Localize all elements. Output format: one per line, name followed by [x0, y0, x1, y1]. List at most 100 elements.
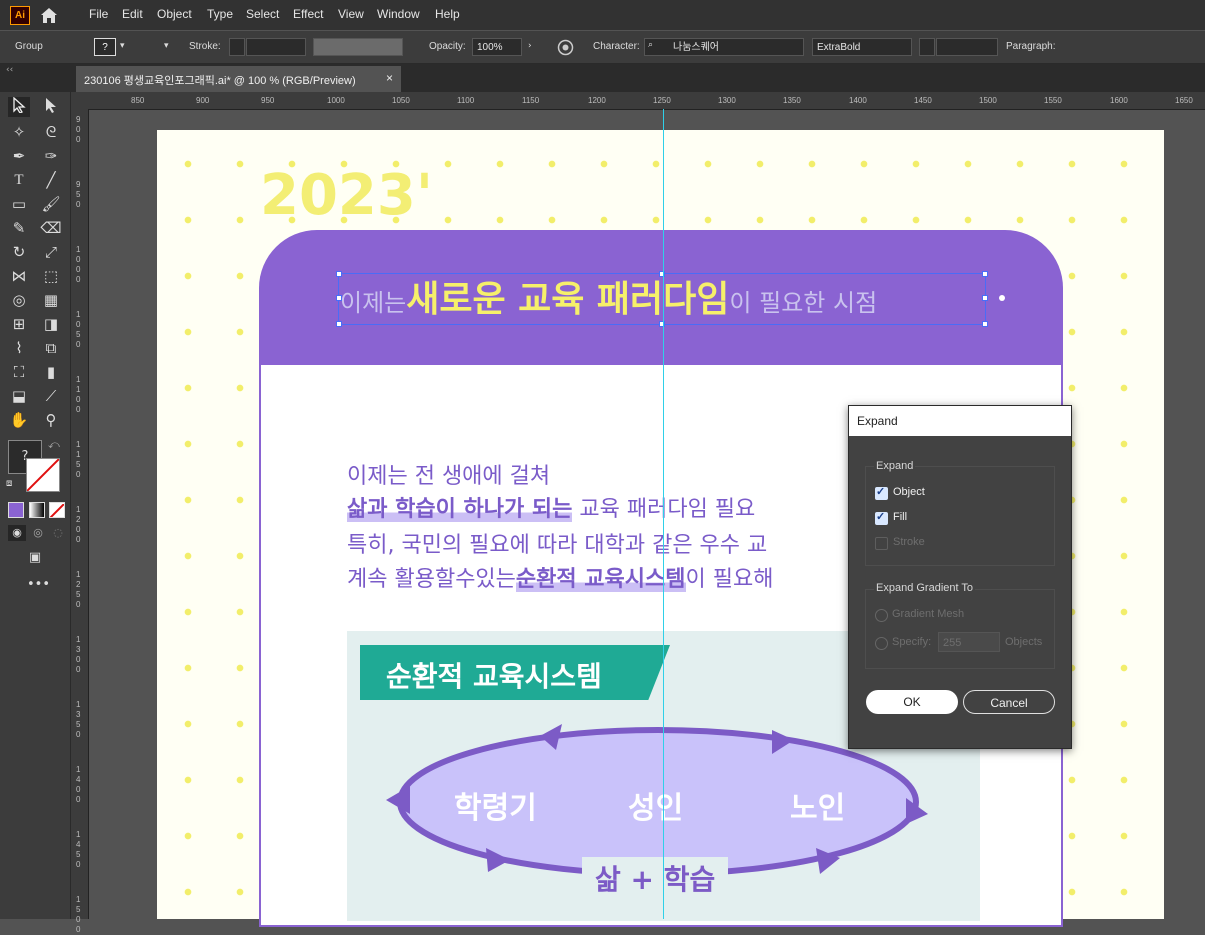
color-mode-icon[interactable]: [8, 502, 24, 518]
gradient-tool-icon[interactable]: ◨: [40, 314, 62, 334]
draw-normal-icon[interactable]: ◉: [8, 525, 26, 541]
menu-file[interactable]: File: [89, 7, 108, 21]
opacity-arrow-icon[interactable]: ›: [528, 41, 532, 51]
type-tool-icon[interactable]: T: [8, 170, 30, 190]
none-mode-icon[interactable]: [49, 502, 65, 518]
shaper-tool-icon[interactable]: ✎: [8, 218, 30, 238]
edit-toolbar-more-icon[interactable]: •••: [27, 578, 50, 592]
body-line-2[interactable]: 삶과 학습이 하나가 되는 교육 패러다임 필요: [347, 491, 755, 523]
stroke-color-box[interactable]: [26, 458, 60, 492]
stroke-weight-input[interactable]: [246, 38, 306, 56]
body-line-4[interactable]: 계속 활용할수있는순환적 교육시스템이 필요해: [347, 561, 773, 593]
stroke-checkbox[interactable]: [875, 537, 888, 550]
specify-objects-input[interactable]: 255: [938, 632, 1000, 652]
resize-handle[interactable]: [982, 321, 988, 327]
symbol-sprayer-tool-icon[interactable]: ⛶: [8, 362, 30, 382]
swap-fill-stroke-icon[interactable]: ⤺: [48, 438, 60, 452]
shape-builder-tool-icon[interactable]: ◎: [8, 290, 30, 310]
selection-bounding-box[interactable]: [336, 271, 988, 327]
ruler-mark: 1150: [76, 440, 81, 479]
stage-adult[interactable]: 성인: [628, 783, 683, 827]
menu-window[interactable]: Window: [377, 7, 420, 21]
font-size-stepper[interactable]: [919, 38, 935, 56]
draw-inside-icon[interactable]: ◌: [49, 525, 67, 541]
collapse-panels-icon[interactable]: ‹‹: [6, 65, 13, 75]
opacity-label: Opacity:: [429, 41, 466, 52]
fill-checkbox[interactable]: [875, 510, 888, 525]
body-line-4-highlight: 순환적 교육시스템: [515, 567, 686, 592]
rotate-tool-icon[interactable]: ↻: [8, 242, 30, 262]
opacity-input[interactable]: 100%: [472, 38, 522, 56]
recolor-artwork-icon[interactable]: [557, 39, 574, 56]
fill-dropdown-chevron-icon[interactable]: ▾: [120, 41, 125, 51]
font-size-input[interactable]: [936, 38, 998, 56]
font-family-select[interactable]: 나눔스퀘어: [644, 38, 804, 56]
ruler-mark: 1350: [76, 700, 81, 739]
menu-effect[interactable]: Effect: [293, 7, 323, 21]
scale-tool-icon[interactable]: ⤢: [40, 242, 62, 262]
mesh-tool-icon[interactable]: ⊞: [8, 314, 30, 334]
menu-help[interactable]: Help: [435, 7, 460, 21]
paintbrush-tool-icon[interactable]: 🖌: [40, 194, 62, 214]
screen-mode-icon[interactable]: ▣: [24, 550, 46, 566]
gradient-mode-icon[interactable]: [29, 502, 45, 518]
body-line-1[interactable]: 이제는 전 생애에 걸쳐: [347, 458, 550, 490]
lasso-tool-icon[interactable]: ᘓ: [40, 122, 62, 142]
stroke-dropdown-chevron-icon[interactable]: ▾: [164, 41, 169, 51]
width-tool-icon[interactable]: ⋈: [8, 266, 30, 286]
home-icon[interactable]: [39, 6, 59, 24]
year-text[interactable]: 2023': [260, 163, 433, 228]
eraser-tool-icon[interactable]: ⌫: [40, 218, 62, 238]
font-style-select[interactable]: ExtraBold: [812, 38, 912, 56]
resize-handle[interactable]: [336, 321, 342, 327]
line-segment-tool-icon[interactable]: ╱: [40, 170, 62, 190]
stage-school-age[interactable]: 학령기: [454, 783, 537, 827]
variable-width-profile[interactable]: [313, 38, 403, 56]
draw-behind-icon[interactable]: ◎: [29, 525, 47, 541]
document-tab[interactable]: 230106 평생교육인포그래픽.ai* @ 100 % (RGB/Previe…: [76, 66, 401, 92]
blend-tool-icon[interactable]: ⧉: [40, 338, 62, 358]
eyedropper-tool-icon[interactable]: ⌇: [8, 338, 30, 358]
column-graph-tool-icon[interactable]: ▮: [40, 362, 62, 382]
menu-select[interactable]: Select: [246, 7, 279, 21]
ruler-mark: 1300: [718, 96, 736, 105]
fill-swatch[interactable]: ?: [94, 38, 116, 56]
rotation-point[interactable]: [999, 295, 1005, 301]
menu-edit[interactable]: Edit: [122, 7, 143, 21]
stroke-weight-stepper[interactable]: [229, 38, 245, 56]
direct-selection-tool-icon[interactable]: [40, 97, 62, 117]
ok-button[interactable]: OK: [866, 690, 958, 714]
artboard-tool-icon[interactable]: ⬓: [8, 386, 30, 406]
resize-handle[interactable]: [982, 295, 988, 301]
magic-wand-tool-icon[interactable]: ✧: [8, 122, 30, 142]
hand-tool-icon[interactable]: ✋: [8, 410, 30, 430]
pen-tool-icon[interactable]: ✒: [8, 146, 30, 166]
specify-radio[interactable]: [875, 637, 888, 650]
cycle-label[interactable]: 삶 + 학습: [595, 858, 715, 898]
resize-handle[interactable]: [659, 271, 665, 277]
close-tab-icon[interactable]: ×: [386, 71, 393, 85]
object-checkbox-label: Object: [893, 486, 925, 498]
menu-view[interactable]: View: [338, 7, 364, 21]
gradient-mesh-radio[interactable]: [875, 609, 888, 622]
perspective-grid-tool-icon[interactable]: ▦: [40, 290, 62, 310]
resize-handle[interactable]: [982, 271, 988, 277]
menu-type[interactable]: Type: [207, 7, 233, 21]
object-checkbox[interactable]: [875, 485, 888, 500]
menu-object[interactable]: Object: [157, 7, 192, 21]
slice-tool-icon[interactable]: ⟋: [40, 386, 62, 406]
section-ribbon[interactable]: 순환적 교육시스템: [360, 645, 670, 700]
resize-handle[interactable]: [659, 321, 665, 327]
default-fill-stroke-icon[interactable]: ⧈: [6, 478, 12, 489]
cancel-button[interactable]: Cancel: [963, 690, 1055, 714]
resize-handle[interactable]: [336, 271, 342, 277]
resize-handle[interactable]: [336, 295, 342, 301]
rectangle-tool-icon[interactable]: ▭: [8, 194, 30, 214]
body-line-3[interactable]: 특히, 국민의 필요에 따라 대학과 같은 우수 교: [347, 527, 767, 559]
curvature-tool-icon[interactable]: ✑: [40, 146, 62, 166]
stage-senior[interactable]: 노인: [790, 783, 845, 827]
selection-tool-icon[interactable]: [8, 96, 30, 117]
body-line-4-post: 이 필요해: [685, 567, 774, 592]
free-transform-tool-icon[interactable]: ⬚: [40, 266, 62, 286]
zoom-tool-icon[interactable]: ⚲: [40, 410, 62, 430]
